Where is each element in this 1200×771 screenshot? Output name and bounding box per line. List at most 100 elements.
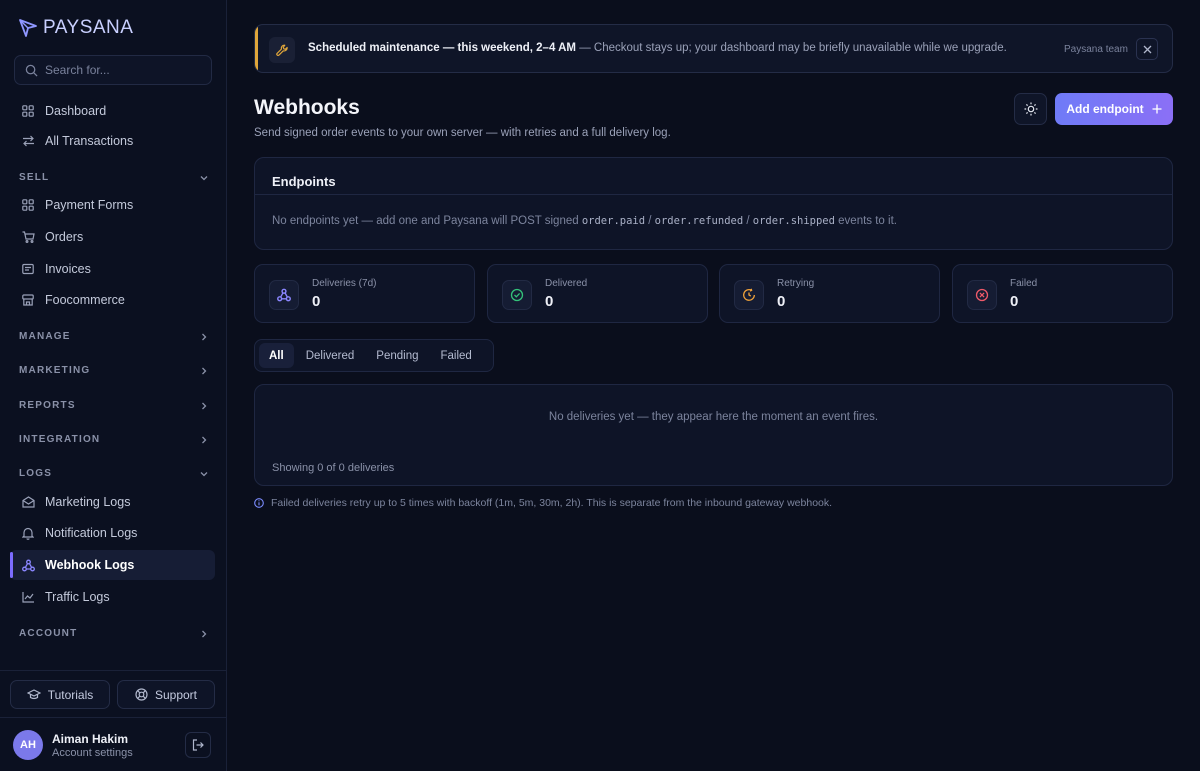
stat-label: Retrying — [777, 278, 815, 289]
logout-icon — [192, 739, 204, 751]
store-icon — [21, 293, 35, 307]
chart-icon — [21, 590, 35, 604]
sidebar-item-label: Foocommerce — [45, 293, 125, 307]
tab-failed[interactable]: Failed — [431, 343, 482, 368]
stat-retrying: Retrying 0 — [719, 264, 940, 323]
lifebuoy-icon — [135, 688, 148, 701]
sidebar-item-label: Dashboard — [45, 104, 107, 118]
event-order-shipped: order.shipped — [752, 215, 835, 227]
search-icon — [25, 64, 38, 77]
chevron-right-icon — [202, 367, 207, 374]
sidebar-item-label: Traffic Logs — [45, 590, 110, 604]
x-circle-icon — [967, 280, 997, 310]
grid-icon — [21, 104, 35, 118]
stat-value: 0 — [777, 293, 786, 310]
avatar: AH — [13, 730, 43, 760]
search-input[interactable] — [45, 63, 205, 77]
chevron-down-icon — [200, 471, 208, 476]
sidebar-item-label: All Transactions — [45, 134, 134, 148]
cart-icon — [21, 230, 35, 244]
section-sell[interactable]: SELL — [19, 172, 209, 183]
deliveries-card: No deliveries yet — they appear here the… — [254, 384, 1173, 486]
delivery-filter-tabs: All Delivered Pending Failed — [254, 339, 494, 372]
tab-pending[interactable]: Pending — [366, 343, 428, 368]
section-integration[interactable]: INTEGRATION — [19, 434, 209, 445]
endpoints-card: Endpoints No endpoints yet — add one and… — [254, 157, 1173, 250]
grid-icon — [21, 198, 35, 212]
brand-name: PAYSANA — [43, 17, 134, 38]
sidebar-divider — [0, 717, 227, 718]
logout-button[interactable] — [185, 732, 211, 758]
webhook-icon — [269, 280, 299, 310]
stat-value: 0 — [1010, 293, 1019, 310]
banner-close-button[interactable] — [1136, 38, 1158, 60]
banner-text: Scheduled maintenance — this weekend, 2–… — [308, 42, 1007, 54]
sidebar-item-dashboard[interactable]: Dashboard — [10, 96, 215, 126]
chevron-right-icon — [202, 333, 207, 340]
page-subtitle: Send signed order events to your own ser… — [254, 127, 671, 139]
graduation-cap-icon — [26, 688, 41, 699]
stat-label: Failed — [1010, 278, 1038, 289]
sidebar-divider — [0, 670, 227, 671]
user-name: Aiman Hakim — [52, 731, 129, 746]
sidebar-item-foocommerce[interactable]: Foocommerce — [10, 285, 215, 315]
account-settings-link[interactable]: Account settings — [52, 747, 133, 759]
stat-delivered: Delivered 0 — [487, 264, 708, 323]
deliveries-count: Showing 0 of 0 deliveries — [272, 462, 395, 474]
check-circle-icon — [502, 280, 532, 310]
endpoints-title: Endpoints — [255, 158, 1172, 195]
deliveries-empty-state: No deliveries yet — they appear here the… — [548, 411, 879, 423]
close-icon — [1143, 45, 1151, 53]
sidebar-item-marketing-logs[interactable]: Marketing Logs — [10, 487, 215, 517]
sidebar-item-payment-forms[interactable]: Payment Forms — [10, 190, 215, 220]
tutorials-button[interactable]: Tutorials — [10, 680, 110, 709]
chevron-right-icon — [202, 630, 207, 637]
user-profile[interactable]: AH Aiman Hakim Account settings — [13, 730, 133, 760]
sidebar-item-invoices[interactable]: Invoices — [10, 254, 215, 284]
stat-label: Deliveries (7d) — [312, 278, 377, 289]
add-endpoint-button[interactable]: Add endpoint — [1055, 93, 1173, 125]
webhook-icon — [21, 558, 35, 572]
sidebar-item-label: Payment Forms — [45, 198, 134, 212]
search-box[interactable] — [14, 55, 212, 85]
sidebar-item-label: Orders — [45, 230, 84, 244]
section-manage[interactable]: MANAGE — [19, 331, 209, 342]
stat-deliveries: Deliveries (7d) 0 — [254, 264, 475, 323]
chevron-right-icon — [202, 402, 207, 409]
bell-icon — [21, 526, 35, 540]
mail-icon — [21, 495, 35, 509]
tab-all[interactable]: All — [259, 343, 294, 368]
tab-delivered[interactable]: Delivered — [296, 343, 365, 368]
sidebar-item-traffic-logs[interactable]: Traffic Logs — [10, 582, 215, 612]
main-content: Scheduled maintenance — this weekend, 2–… — [227, 0, 1200, 771]
section-marketing[interactable]: MARKETING — [19, 365, 209, 376]
stat-value: 0 — [312, 293, 321, 310]
invoice-icon — [21, 262, 35, 276]
stat-label: Delivered — [545, 278, 588, 289]
sidebar-item-label: Webhook Logs — [45, 558, 135, 572]
brand-logo[interactable]: PAYSANA — [17, 17, 133, 39]
wrench-icon — [269, 37, 295, 63]
info-icon — [254, 498, 264, 508]
retry-footnote: Failed deliveries retry up to 5 times wi… — [254, 497, 832, 509]
section-logs[interactable]: LOGS — [19, 468, 209, 479]
arrows-swap-icon — [21, 134, 35, 148]
theme-toggle-button[interactable] — [1014, 93, 1047, 125]
sidebar-item-orders[interactable]: Orders — [10, 222, 215, 252]
sidebar-item-all-transactions[interactable]: All Transactions — [10, 126, 215, 156]
sidebar-item-notification-logs[interactable]: Notification Logs — [10, 518, 215, 548]
support-button[interactable]: Support — [117, 680, 215, 709]
maintenance-banner: Scheduled maintenance — this weekend, 2–… — [254, 24, 1173, 73]
retry-icon — [734, 280, 764, 310]
section-reports[interactable]: REPORTS — [19, 400, 209, 411]
sidebar-item-label: Invoices — [45, 262, 91, 276]
event-order-refunded: order.refunded — [654, 215, 744, 227]
plus-icon — [1152, 104, 1162, 114]
sidebar-item-label: Notification Logs — [45, 526, 138, 540]
event-order-paid: order.paid — [581, 215, 646, 227]
section-account[interactable]: ACCOUNT — [19, 628, 209, 639]
banner-team: Paysana team — [1064, 44, 1128, 55]
sidebar-item-webhook-logs[interactable]: Webhook Logs — [10, 550, 215, 580]
banner-message: — Checkout stays up; your dashboard may … — [576, 42, 1007, 54]
sidebar-item-label: Marketing Logs — [45, 495, 131, 509]
